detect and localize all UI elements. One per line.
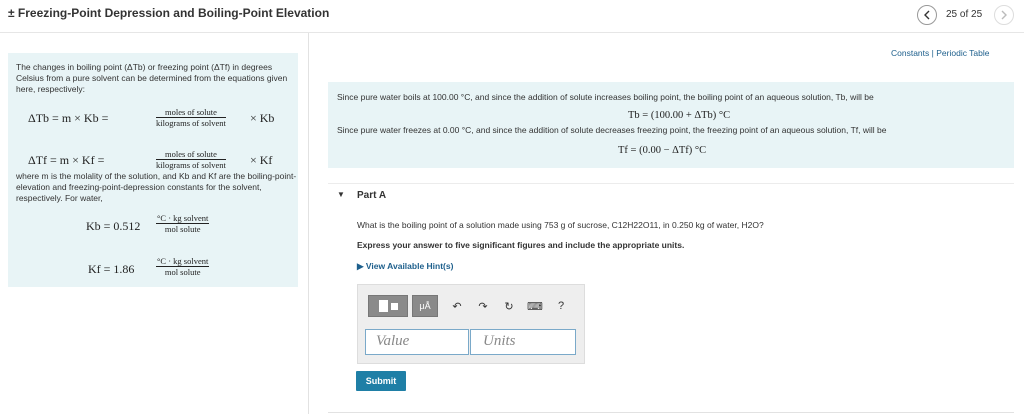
kf-fraction: °C · kg solvent mol solute bbox=[156, 256, 210, 277]
reset-button[interactable]: ↻ bbox=[500, 297, 518, 315]
kb-fraction: °C · kg solvent mol solute bbox=[156, 213, 210, 234]
boiling-equation-rhs: × Kb bbox=[250, 111, 275, 125]
freezing-equation-lhs: ΔTf = m × Kf = bbox=[28, 153, 105, 167]
part-collapse-toggle[interactable]: ▼ bbox=[337, 190, 345, 199]
freezing-point-equation: Tf = (0.00 − ΔTf) °C bbox=[618, 145, 707, 156]
template-icon-small bbox=[390, 302, 398, 310]
keyboard-icon: ⌨ bbox=[527, 300, 543, 313]
fraction-numerator: moles of solute bbox=[156, 149, 226, 160]
fraction-numerator: moles of solute bbox=[156, 107, 226, 118]
resource-links: Constants | Periodic Table bbox=[891, 48, 990, 58]
boiling-equation-lhs: ΔTb = m × Kb = bbox=[28, 111, 109, 125]
freezing-equation-rhs: × Kf bbox=[250, 153, 273, 167]
section-divider bbox=[328, 183, 1014, 184]
redo-button[interactable]: ↷ bbox=[474, 297, 492, 315]
help-icon: ? bbox=[557, 300, 565, 312]
previous-button[interactable] bbox=[917, 5, 937, 25]
kf-lhs: Kf = 1.86 bbox=[88, 262, 135, 276]
question-text: What is the boiling point of a solution … bbox=[357, 220, 764, 230]
page-title: ± Freezing-Point Depression and Boiling-… bbox=[8, 6, 330, 20]
fraction-denominator: mol solute bbox=[164, 267, 201, 277]
boiling-info-text: Since pure water boils at 100.00 °C, and… bbox=[337, 92, 874, 102]
intro-text: The changes in boiling point (ΔTb) or fr… bbox=[16, 62, 288, 94]
part-title[interactable]: Part A bbox=[357, 190, 386, 201]
equations-panel: The changes in boiling point (ΔTb) or fr… bbox=[8, 53, 298, 287]
reset-icon: ↻ bbox=[504, 300, 514, 313]
keyboard-button[interactable]: ⌨ bbox=[526, 297, 544, 315]
boiling-equation-fraction: moles of solute kilograms of solvent bbox=[156, 107, 226, 128]
page-counter: 25 of 25 bbox=[946, 9, 983, 20]
link-separator: | bbox=[931, 48, 934, 58]
units-input[interactable]: Units bbox=[470, 329, 576, 355]
info-box: Since pure water boils at 100.00 °C, and… bbox=[328, 82, 1014, 168]
bottom-divider bbox=[328, 412, 1014, 413]
freezing-equation-fraction: moles of solute kilograms of solvent bbox=[156, 149, 226, 170]
chevron-left-icon bbox=[924, 10, 930, 20]
redo-icon: ↷ bbox=[478, 300, 488, 313]
chevron-right-icon bbox=[1001, 10, 1007, 20]
fraction-denominator: mol solute bbox=[164, 224, 201, 234]
submit-button[interactable]: Submit bbox=[356, 371, 406, 391]
units-symbol-button[interactable]: μÅ bbox=[412, 295, 438, 317]
column-divider bbox=[308, 33, 309, 414]
answer-editor: μÅ ↶ ↷ ↻ ⌨ ? Value Units bbox=[357, 284, 585, 364]
value-input[interactable]: Value bbox=[365, 329, 469, 355]
header-bar: ± Freezing-Point Depression and Boiling-… bbox=[0, 0, 1024, 33]
undo-button[interactable]: ↶ bbox=[448, 297, 466, 315]
help-button[interactable]: ? bbox=[552, 297, 570, 315]
kb-lhs: Kb = 0.512 bbox=[86, 219, 141, 233]
undo-icon: ↶ bbox=[452, 300, 462, 313]
fraction-denominator: kilograms of solvent bbox=[156, 118, 226, 128]
template-button[interactable] bbox=[368, 295, 408, 317]
instruction-text: Express your answer to five significant … bbox=[357, 240, 685, 250]
fraction-denominator: kilograms of solvent bbox=[156, 160, 226, 170]
periodic-table-link[interactable]: Periodic Table bbox=[936, 48, 989, 58]
view-hints-link[interactable]: ▶ View Available Hint(s) bbox=[357, 261, 453, 272]
template-icon bbox=[378, 300, 388, 312]
fraction-numerator: °C · kg solvent bbox=[156, 256, 210, 267]
fraction-numerator: °C · kg solvent bbox=[156, 213, 210, 224]
editor-toolbar: μÅ ↶ ↷ ↻ ⌨ ? bbox=[368, 295, 578, 317]
boiling-point-equation: Tb = (100.00 + ΔTb) °C bbox=[628, 110, 731, 121]
freezing-info-text: Since pure water freezes at 0.00 °C, and… bbox=[337, 125, 887, 135]
next-button[interactable] bbox=[994, 5, 1014, 25]
where-text: where m is the molality of the solution,… bbox=[16, 171, 297, 203]
constants-link[interactable]: Constants bbox=[891, 48, 929, 58]
